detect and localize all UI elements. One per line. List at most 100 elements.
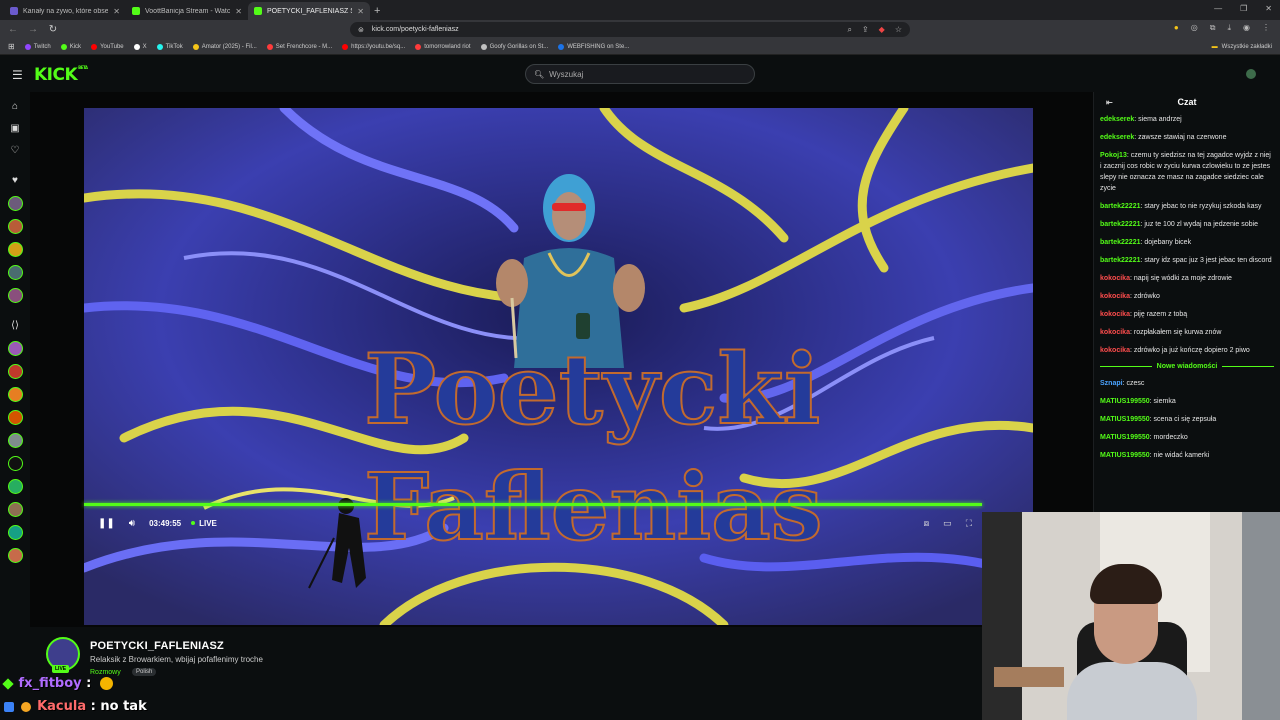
puzzle-icon[interactable]: ⧉ <box>1210 23 1216 33</box>
tab-close-icon[interactable]: ✕ <box>357 7 364 16</box>
chat-username[interactable]: kokocika <box>1100 347 1130 354</box>
followed-channel-avatar[interactable] <box>7 196 23 211</box>
share-icon[interactable]: ⇪ <box>862 25 869 35</box>
chat-username[interactable]: bartek22221 <box>1100 239 1140 246</box>
chat-username[interactable]: kokocika <box>1100 311 1130 318</box>
bookmark-item[interactable]: Amator (2025) - Fil... <box>192 43 257 50</box>
chat-username[interactable]: MATIUS199550 <box>1100 434 1150 441</box>
all-bookmarks[interactable]: ▬ Wszystkie zakładki <box>1212 44 1272 50</box>
bookmark-item[interactable]: X <box>133 43 147 50</box>
following-heart-icon[interactable]: ♥ <box>12 170 18 192</box>
clip-icon[interactable]: ⧈ <box>923 518 929 529</box>
user-avatar[interactable] <box>1246 69 1256 79</box>
browse-icon[interactable]: ▣ <box>10 118 19 140</box>
close-window-icon[interactable]: ✕ <box>1265 4 1272 13</box>
download-icon[interactable]: ⤓ <box>1227 23 1231 33</box>
bookmark-item[interactable]: WEBFISHING on Ste... <box>558 43 629 50</box>
followed-channel-avatar[interactable] <box>7 265 23 280</box>
recommended-channel-avatar[interactable] <box>7 456 23 471</box>
recommended-channel-avatar[interactable] <box>7 387 23 402</box>
site-info-icon[interactable]: ⊜ <box>358 26 364 34</box>
extension-icon[interactable]: ◆ <box>879 25 885 35</box>
tab-close-icon[interactable]: ✕ <box>235 7 242 16</box>
bookmark-item[interactable]: YouTube <box>91 43 124 50</box>
followed-channel-avatar[interactable] <box>7 219 23 234</box>
bookmark-star-icon[interactable]: ☆ <box>895 25 902 35</box>
theater-mode-icon[interactable]: ▭ <box>943 518 952 529</box>
chat-username[interactable]: MATIUS199550 <box>1100 398 1150 405</box>
video-frame[interactable]: Poetycki Faflenias <box>84 108 1033 625</box>
collapse-chat-icon[interactable]: ⇤ <box>1106 98 1113 107</box>
home-icon[interactable]: ⌂ <box>12 96 18 118</box>
recommended-channel-avatar[interactable] <box>7 410 23 425</box>
tab-favicon-icon <box>254 7 262 15</box>
video-player[interactable]: Poetycki Faflenias <box>30 92 1093 627</box>
extension-icon[interactable]: ● <box>1174 23 1179 33</box>
recommended-channel-avatar[interactable] <box>7 502 23 517</box>
bookmark-item[interactable]: https://youtu.be/sq... <box>342 43 405 50</box>
chat-username[interactable]: bartek22221 <box>1100 203 1140 210</box>
chat-username[interactable]: kokocika <box>1100 329 1130 336</box>
address-bar[interactable]: ⊜ kick.com/poetycki-fafleniasz ⌕ ⇪ ◆ ☆ <box>350 22 910 37</box>
chat-username[interactable]: MATIUS199550 <box>1100 416 1150 423</box>
recommended-channel-avatar[interactable] <box>7 525 23 540</box>
back-arrow-icon[interactable]: ← <box>6 24 20 35</box>
reload-icon[interactable]: ↻ <box>46 24 60 35</box>
streamer-name[interactable]: POETYCKI_FAFLENIASZ <box>90 640 224 652</box>
recommended-channel-avatar[interactable] <box>7 433 23 448</box>
tab-close-icon[interactable]: ✕ <box>113 7 120 16</box>
chat-username[interactable]: Pokoj13 <box>1100 152 1127 159</box>
following-heart-outline-icon[interactable]: ♡ <box>11 140 20 162</box>
bookmarks-bar: ⊞ Twitch Kick YouTube X TikTok Amator (2… <box>0 39 1280 55</box>
bookmark-item[interactable]: Goofy Gorillas on St... <box>480 43 548 50</box>
bookmark-item[interactable]: Kick <box>60 43 81 50</box>
chat-text: : juz te 100 zl wydaj na jedzenie sobie <box>1140 221 1259 228</box>
pause-icon[interactable]: ❚❚ <box>98 518 115 529</box>
hamburger-menu-icon[interactable]: ☰ <box>12 68 23 82</box>
progress-bar[interactable] <box>84 503 982 506</box>
followed-channel-avatar[interactable] <box>7 288 23 303</box>
chat-username[interactable]: kokocika <box>1100 275 1130 282</box>
bookmark-item[interactable]: tomorrowland riot <box>415 43 471 50</box>
chat-username[interactable]: edekserek <box>1100 116 1134 123</box>
volume-icon[interactable]: 🔊︎ <box>129 518 135 529</box>
new-tab-plus-icon[interactable]: + <box>374 2 380 20</box>
maximize-icon[interactable]: ❐ <box>1240 4 1247 13</box>
browser-tab[interactable]: Kanały na żywo, które obserwuje ✕ <box>4 2 126 20</box>
recommended-channel-avatar[interactable] <box>7 364 23 379</box>
extension-icon[interactable]: ◎ <box>1191 23 1198 33</box>
browser-tab[interactable]: VoottBanicja Stream - Watch Live on ✕ <box>126 2 248 20</box>
language-tag[interactable]: Polish <box>132 668 157 676</box>
tab-label: POETYCKI_FAFLENIASZ Stream <box>267 7 352 15</box>
zoom-icon[interactable]: ⌕ <box>847 25 851 35</box>
recommended-channel-avatar[interactable] <box>7 341 23 356</box>
search-input[interactable] <box>549 69 740 79</box>
bookmark-item[interactable]: Set Frenchcore - M... <box>266 43 332 50</box>
chat-username[interactable]: MATIUS199550 <box>1100 452 1150 459</box>
forward-arrow-icon[interactable]: → <box>26 24 40 35</box>
stream-category[interactable]: Rozmowy <box>90 669 121 676</box>
chat-username[interactable]: bartek22221 <box>1100 257 1140 264</box>
recommended-channel-avatar[interactable] <box>7 548 23 563</box>
browser-tab-active[interactable]: POETYCKI_FAFLENIASZ Stream ✕ <box>248 2 370 20</box>
menu-dots-icon[interactable]: ⋮ <box>1262 23 1270 33</box>
chat-text: : siemka <box>1149 398 1176 405</box>
chat-username[interactable]: Sznapi <box>1100 380 1123 387</box>
chat-username[interactable]: bartek22221 <box>1100 221 1140 228</box>
live-indicator[interactable]: LIVE <box>191 519 217 528</box>
recommended-icon[interactable]: ⟨⟩ <box>11 315 19 337</box>
recommended-channel-avatar[interactable] <box>7 479 23 494</box>
apps-grid-icon[interactable]: ⊞ <box>8 42 15 51</box>
profile-icon[interactable]: ◉ <box>1243 23 1250 33</box>
bookmark-label: X <box>142 43 147 50</box>
minimize-icon[interactable]: — <box>1214 4 1222 13</box>
chat-username[interactable]: kokocika <box>1100 293 1130 300</box>
kick-logo[interactable]: KICKBETA <box>34 65 88 85</box>
followed-channel-avatar[interactable] <box>7 242 23 257</box>
chat-username[interactable]: edekserek <box>1100 134 1134 141</box>
bookmark-item[interactable]: TikTok <box>156 43 183 50</box>
fullscreen-icon[interactable]: ⛶ <box>966 518 972 529</box>
bookmark-item[interactable]: Twitch <box>24 43 51 50</box>
chat-message: kokocika: rozpłakałem się kurwa znów <box>1100 327 1274 338</box>
browser-tab-bar: Kanały na żywo, które obserwuje ✕ VoottB… <box>0 0 1280 20</box>
